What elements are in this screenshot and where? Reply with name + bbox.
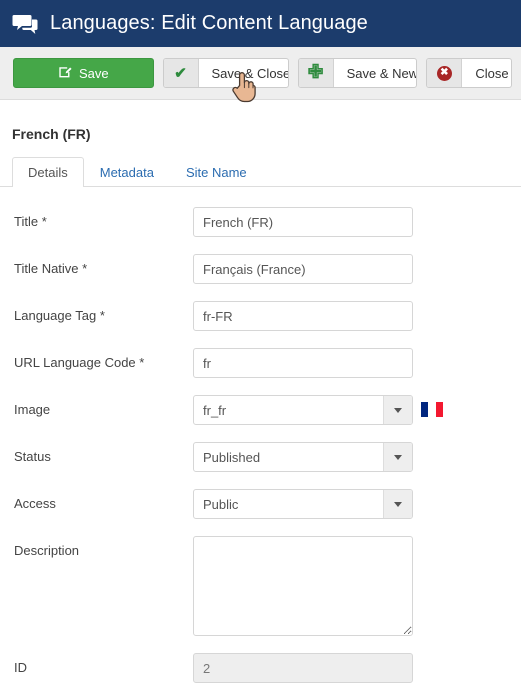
description-textarea[interactable] [193,536,413,636]
url-language-code-input[interactable] [193,348,413,378]
tab-metadata[interactable]: Metadata [84,157,170,187]
access-label: Access [14,496,56,511]
language-tag-input[interactable] [193,301,413,331]
chevron-down-icon[interactable] [383,490,412,518]
page-title-header: Languages: Edit Content Language [50,12,368,34]
title-native-label: Title Native * [12,254,193,284]
chevron-down-icon[interactable] [383,443,412,471]
tab-site-name[interactable]: Site Name [170,157,263,187]
access-select-value: Public [203,496,239,512]
tab-details-label: Details [28,165,68,180]
circle-x-icon: ✖ [427,59,463,87]
save-and-new-button-label: Save & New [346,65,418,81]
tab-bar: Details Metadata Site Name [0,156,521,187]
field-row-status: Status Published [12,442,509,472]
language-tag-label-text: Language Tag [14,308,97,323]
field-row-url-language-code: URL Language Code * [12,348,509,378]
save-button[interactable]: Save [13,58,154,88]
edit-language-form: Title * Title Native * Language Tag * [12,187,509,683]
save-and-close-button[interactable]: ✔ Save & Close [162,58,289,88]
field-row-id: ID [12,653,509,683]
speech-bubbles-icon [12,14,38,36]
access-select[interactable]: Public [193,489,413,519]
status-select[interactable]: Published [193,442,413,472]
close-button[interactable]: ✖ Close [426,58,512,88]
toolbar: Save ✔ Save & Close ✙ Save & New ✖ Close [0,47,521,100]
title-required-marker: * [41,214,47,229]
save-and-close-button-label: Save & Close [211,65,289,81]
save-button-label: Save [78,65,109,81]
id-label: ID [14,660,27,675]
field-row-title: Title * [12,207,509,237]
save-and-new-button[interactable]: ✙ Save & New [297,58,418,88]
tab-details[interactable]: Details [12,157,84,187]
description-label: Description [14,543,80,558]
image-select-value: fr_fr [203,402,227,418]
field-row-language-tag: Language Tag * [12,301,509,331]
title-native-label-text: Title Native [14,261,79,276]
title-native-input[interactable] [193,254,413,284]
pencil-square-icon [58,65,72,82]
france-flag-icon [421,402,443,417]
title-input[interactable] [193,207,413,237]
title-label-text: Title [14,214,39,229]
field-row-description: Description [12,536,509,636]
page-title: French (FR) [12,126,91,142]
content-area: French (FR) Details Metadata Site Name T… [0,126,521,683]
language-tag-required-marker: * [99,308,105,323]
title-label: Title * [12,207,193,237]
close-button-label: Close [475,65,509,81]
field-row-title-native: Title Native * [12,254,509,284]
tab-site-name-label: Site Name [185,165,247,180]
image-label: Image [14,402,51,417]
title-native-required-marker: * [82,261,88,276]
id-input [193,653,413,683]
status-select-value: Published [203,449,261,465]
url-language-code-label-text: URL Language Code [14,355,136,370]
field-row-image: Image fr_fr [12,395,509,425]
status-label: Status [14,449,51,464]
chevron-down-icon[interactable] [383,396,412,424]
tab-metadata-label: Metadata [99,165,154,180]
url-language-code-label: URL Language Code * [12,348,193,378]
language-tag-label: Language Tag * [12,301,193,331]
plus-icon: ✙ [298,59,334,87]
check-icon: ✔ [163,59,199,87]
page-header: Languages: Edit Content Language [0,0,521,47]
image-select[interactable]: fr_fr [193,395,413,425]
field-row-access: Access Public [12,489,509,519]
url-language-code-required-marker: * [139,355,145,370]
